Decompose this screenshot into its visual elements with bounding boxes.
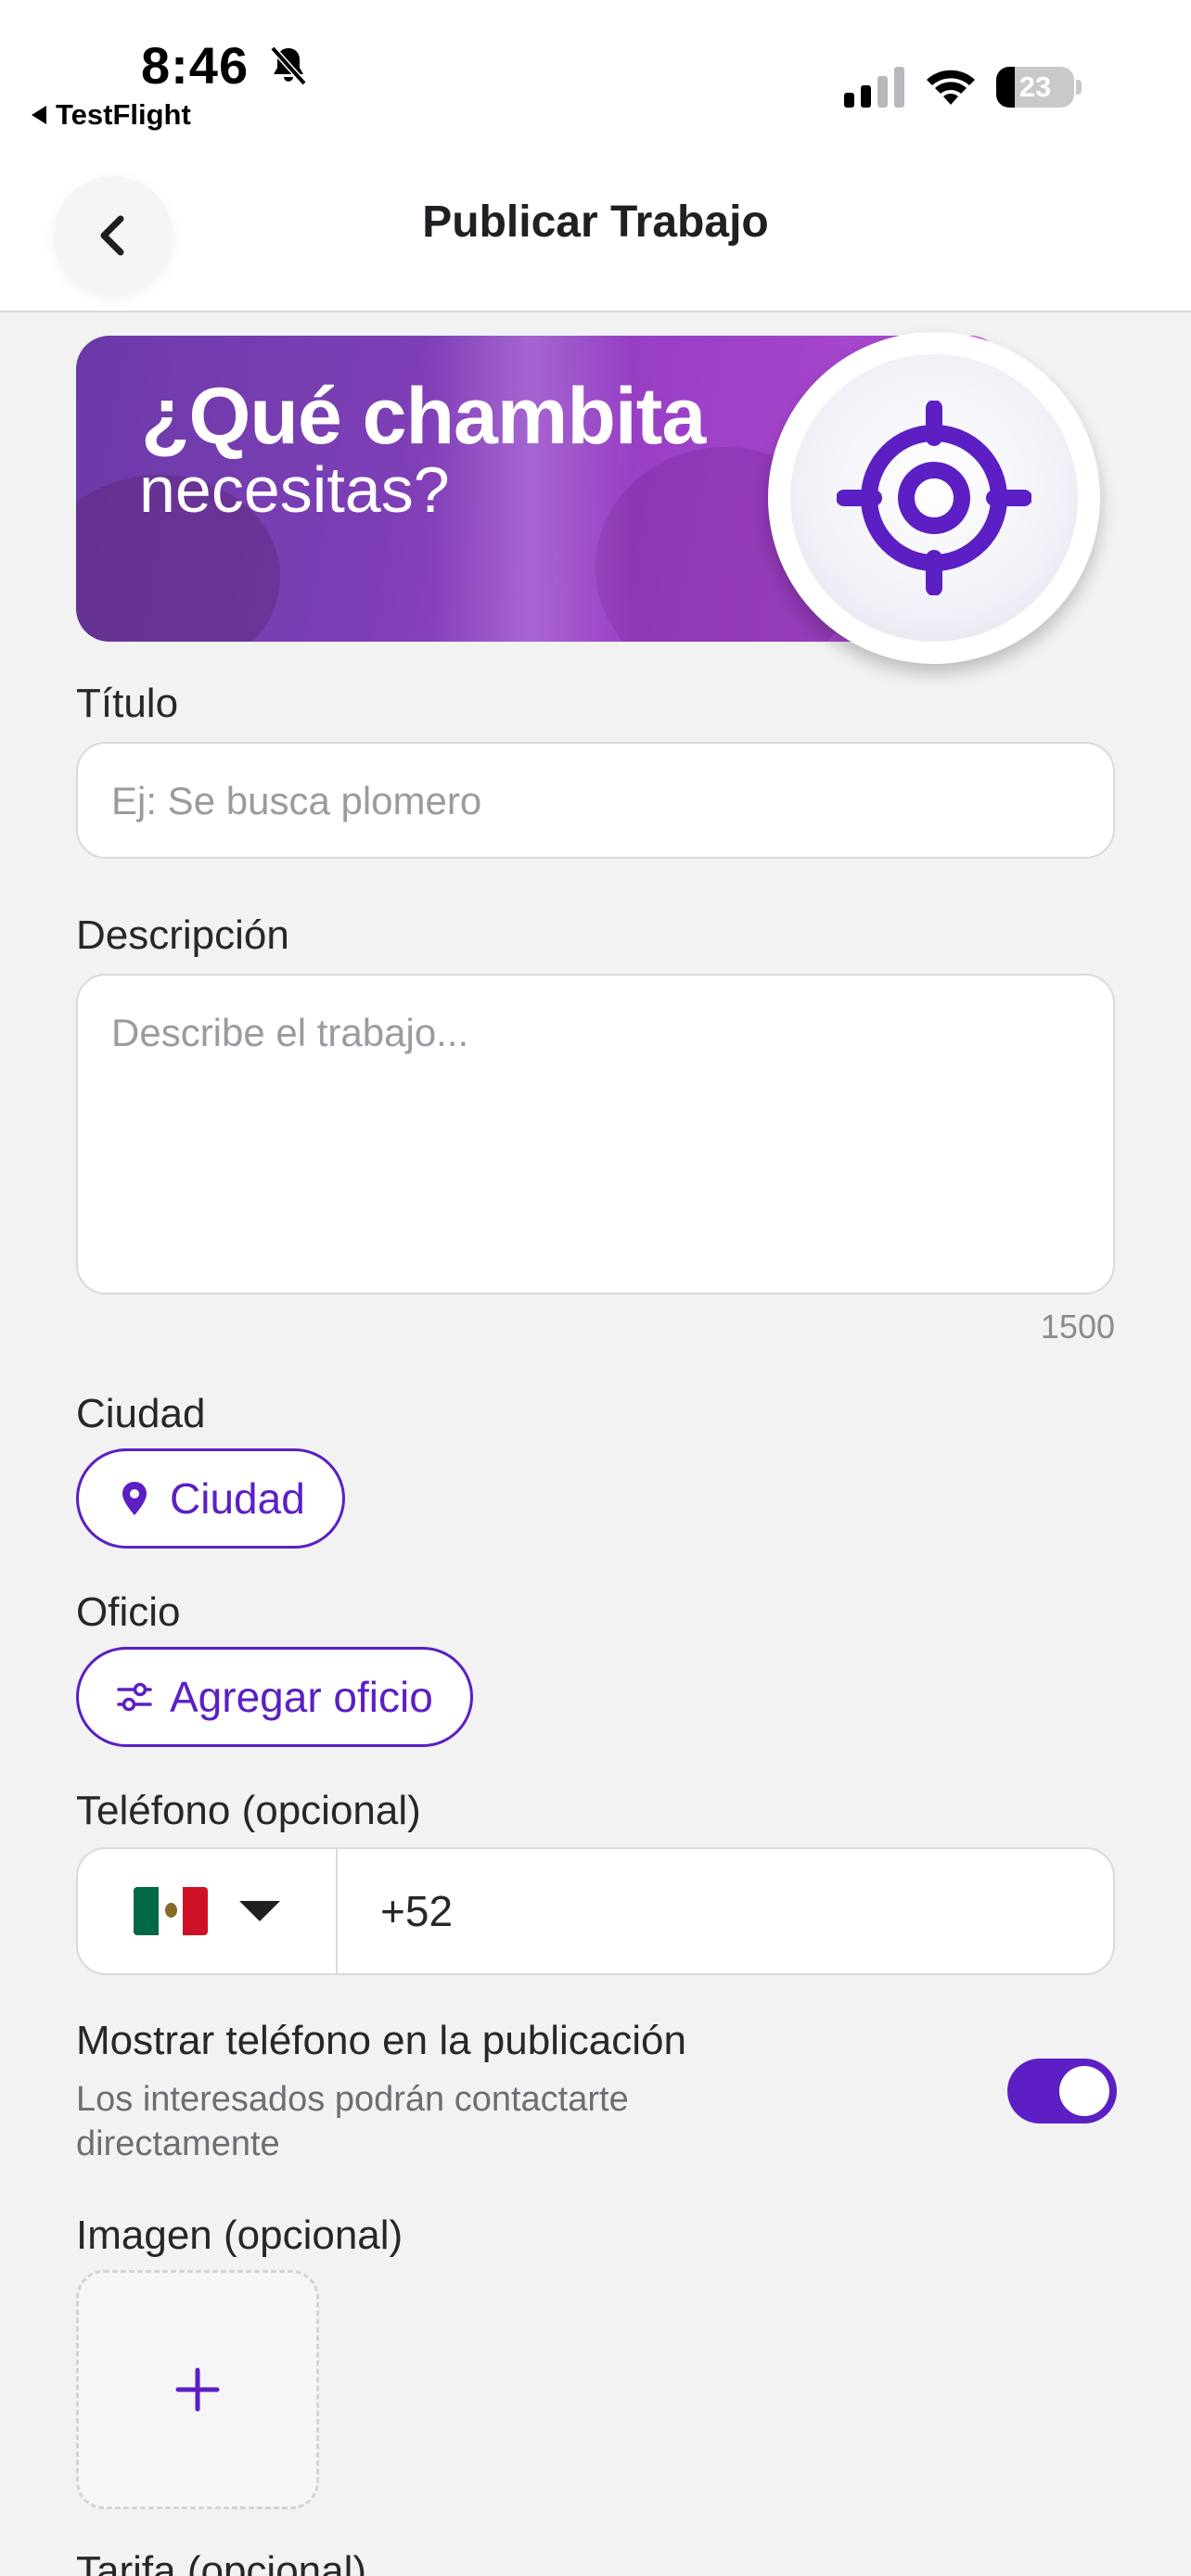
descripcion-label: Descripción bbox=[76, 912, 289, 958]
battery-indicator: 23 bbox=[996, 67, 1082, 108]
descripcion-placeholder: Describe el trabajo... bbox=[111, 1011, 469, 1054]
oficio-label: Oficio bbox=[76, 1589, 181, 1635]
ciudad-button[interactable]: Ciudad bbox=[76, 1448, 345, 1549]
nav-header: Publicar Trabajo bbox=[0, 148, 1191, 312]
sliders-icon bbox=[117, 1682, 152, 1712]
mexico-flag-icon bbox=[134, 1887, 208, 1935]
wifi-icon bbox=[927, 70, 975, 105]
imagen-label: Imagen (opcional) bbox=[76, 2213, 403, 2258]
caret-down-icon bbox=[239, 1901, 280, 1921]
agregar-oficio-label: Agregar oficio bbox=[170, 1673, 433, 1721]
cellular-signal-icon bbox=[844, 67, 904, 108]
titulo-placeholder: Ej: Se busca plomero bbox=[111, 779, 482, 823]
back-to-testflight-link[interactable]: TestFlight bbox=[32, 98, 191, 132]
banner-headline: ¿Qué chambita bbox=[141, 372, 706, 461]
show-phone-subtitle: Los interesados podrán contactarte direc… bbox=[76, 2080, 629, 2163]
show-phone-title: Mostrar teléfono en la publicación bbox=[76, 2018, 686, 2063]
map-pin-icon bbox=[122, 1482, 147, 1515]
banner-badge bbox=[768, 332, 1100, 664]
ciudad-button-label: Ciudad bbox=[170, 1474, 305, 1523]
back-triangle-icon bbox=[32, 106, 46, 124]
status-bar: 8:46 TestFlight 23 bbox=[0, 0, 1191, 148]
battery-level: 23 bbox=[1018, 70, 1052, 103]
telefono-label: Teléfono (opcional) bbox=[76, 1788, 421, 1833]
battery-icon: 23 bbox=[996, 67, 1074, 108]
bell-muted-icon bbox=[270, 45, 307, 86]
publish-job-screen: 8:46 TestFlight 23 Publicar Trabajo ¿Qué… bbox=[0, 0, 1191, 2576]
show-phone-toggle[interactable] bbox=[1007, 2059, 1117, 2123]
tarifa-label: Tarifa (opcional) bbox=[76, 2548, 367, 2576]
banner-subline: necesitas? bbox=[139, 453, 450, 526]
titulo-label: Título bbox=[76, 681, 179, 726]
status-time: 8:46 bbox=[141, 36, 250, 95]
phone-input-group: +52 bbox=[76, 1847, 1115, 1975]
crosshair-target-icon bbox=[837, 401, 1031, 595]
descripcion-textarea[interactable]: Describe el trabajo... bbox=[76, 974, 1115, 1294]
toggle-knob bbox=[1059, 2066, 1109, 2116]
page-title: Publicar Trabajo bbox=[422, 198, 769, 247]
add-image-button[interactable] bbox=[76, 2270, 319, 2509]
plus-icon bbox=[175, 2367, 220, 2412]
titulo-input[interactable]: Ej: Se busca plomero bbox=[76, 742, 1115, 859]
ciudad-label: Ciudad bbox=[76, 1391, 206, 1436]
agregar-oficio-button[interactable]: Agregar oficio bbox=[76, 1647, 473, 1747]
phone-number-input[interactable]: +52 bbox=[380, 1849, 453, 1973]
country-code-selector[interactable] bbox=[78, 1849, 338, 1973]
character-counter: 1500 bbox=[1040, 1307, 1115, 1345]
back-app-label: TestFlight bbox=[56, 98, 191, 131]
